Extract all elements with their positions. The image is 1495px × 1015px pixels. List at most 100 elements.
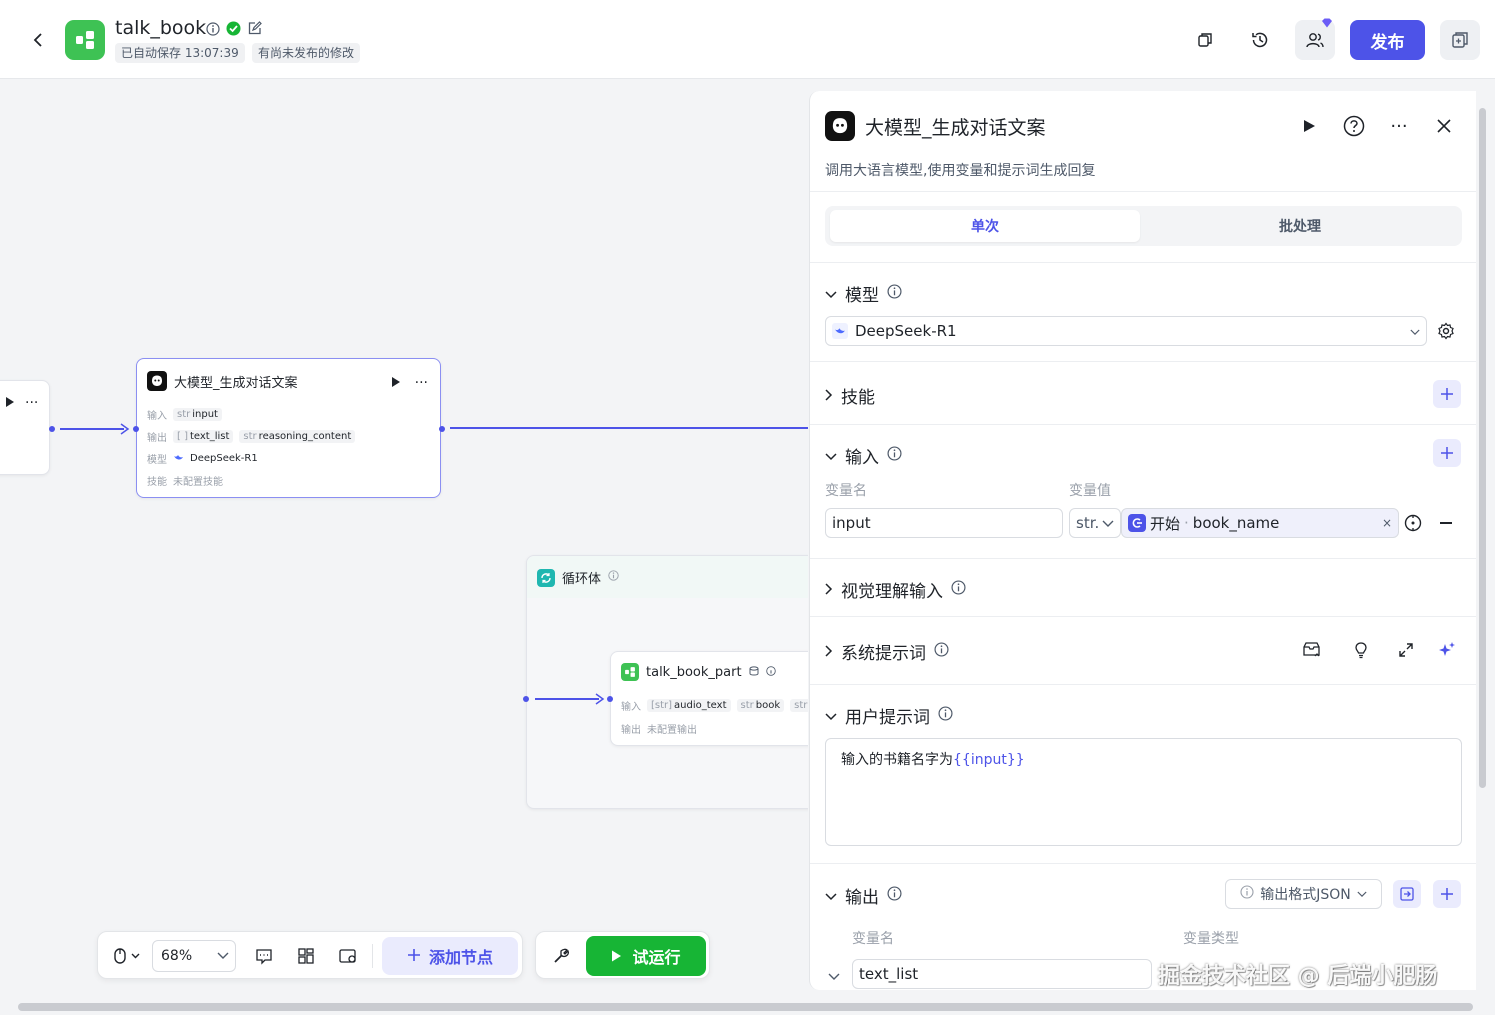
var-reference-field[interactable]: 开始 · book_name ×	[1121, 508, 1399, 538]
more-icon[interactable]: ···	[1386, 113, 1412, 139]
add-node-button[interactable]: 添加节点	[382, 937, 518, 975]
input-var-tag: str input	[173, 408, 222, 421]
premium-badge-icon	[1322, 18, 1332, 28]
remove-input-icon[interactable]	[1440, 522, 1452, 524]
app-logo-icon	[65, 20, 105, 60]
ai-sparkle-icon[interactable]	[1438, 641, 1456, 663]
output-port[interactable]	[439, 426, 445, 432]
vertical-scrollbar[interactable]	[1479, 108, 1486, 788]
publish-button[interactable]: 发布	[1350, 20, 1425, 60]
model-section-header[interactable]: 模型	[825, 281, 902, 306]
collaborators-icon[interactable]	[1295, 18, 1335, 60]
info-icon[interactable]	[938, 705, 953, 726]
deepseek-icon	[173, 453, 184, 465]
run-mode-tabs: 单次 批处理	[825, 206, 1462, 246]
watermark: 掘金技术社区 @ 后端小肥肠	[1158, 964, 1438, 989]
info-icon[interactable]	[206, 21, 220, 40]
edge-arrow-icon	[120, 423, 130, 435]
info-icon[interactable]	[951, 579, 966, 600]
debug-tool-icon[interactable]	[549, 944, 573, 968]
add-skill-button[interactable]	[1433, 380, 1461, 408]
lightbulb-icon[interactable]	[1353, 641, 1369, 663]
unpublished-status: 有尚未发布的修改	[252, 43, 361, 63]
workflow-canvas[interactable]: ··· 大模型_生成对话文案 ··· 输入 str input 输出 [ ] tex…	[0, 80, 808, 1000]
input-port[interactable]	[607, 696, 613, 702]
more-icon[interactable]: ···	[25, 395, 38, 411]
more-icon[interactable]: ···	[415, 375, 428, 391]
minimap-icon[interactable]	[336, 944, 360, 968]
output-port[interactable]	[49, 426, 55, 432]
panel-toggle-icon[interactable]	[1440, 20, 1480, 60]
expand-icon[interactable]	[1398, 642, 1414, 662]
info-icon[interactable]	[765, 665, 776, 680]
model-settings-gear-icon[interactable]	[1437, 322, 1455, 344]
edge-arrow-icon	[595, 693, 605, 705]
llm-node-icon	[825, 111, 855, 141]
info-icon	[1240, 885, 1254, 903]
help-icon[interactable]	[1341, 113, 1367, 139]
info-icon[interactable]	[934, 641, 949, 662]
add-output-button[interactable]	[1433, 880, 1461, 908]
test-run-button[interactable]: 试运行	[586, 936, 706, 976]
llm-node-icon	[147, 371, 167, 391]
history-icon[interactable]	[1240, 20, 1280, 60]
back-icon[interactable]	[26, 28, 50, 52]
info-icon[interactable]	[887, 283, 902, 304]
input-section-header[interactable]: 输入	[825, 443, 902, 468]
auto-layout-icon[interactable]	[294, 944, 318, 968]
loop-icon	[537, 568, 555, 587]
user-prompt-editor[interactable]: 输入的书籍名字为{{input}}	[825, 738, 1462, 846]
add-input-button[interactable]	[1433, 439, 1461, 467]
edge	[60, 428, 124, 430]
tab-single[interactable]: 单次	[830, 210, 1140, 242]
input-var-tag: str book	[736, 699, 785, 712]
user-prompt-section-header[interactable]: 用户提示词	[825, 703, 953, 728]
play-icon	[611, 947, 622, 966]
info-icon[interactable]	[887, 445, 902, 466]
subflow-node[interactable]: talk_book_part 输入 [str] audio_text str boo…	[610, 651, 808, 746]
variable-picker-icon[interactable]	[1404, 514, 1422, 536]
input-port[interactable]	[133, 426, 139, 432]
info-icon[interactable]	[887, 885, 902, 906]
prompt-variable: {{input}}	[953, 752, 1025, 768]
top-bar: talk_book 已自动保存 13:07:39 有尚未发布的修改 发布	[0, 0, 1495, 79]
plus-icon	[407, 947, 421, 966]
output-section-header[interactable]: 输出	[825, 883, 902, 908]
comment-icon[interactable]	[252, 944, 276, 968]
var-type-select[interactable]: str.	[1069, 508, 1121, 538]
skills-section-header[interactable]: 技能	[825, 383, 875, 408]
tab-batch[interactable]: 批处理	[1145, 210, 1455, 242]
system-prompt-section-header[interactable]: 系统提示词	[825, 639, 949, 664]
copy-workflow-icon[interactable]	[1185, 20, 1225, 60]
autosave-status: 已自动保存 13:07:39	[115, 43, 245, 63]
vision-section-header[interactable]: 视觉理解输入	[825, 577, 966, 602]
run-node-icon[interactable]	[391, 376, 401, 391]
close-icon[interactable]	[1431, 113, 1457, 139]
chevron-down-icon	[825, 706, 837, 726]
input-var-name-field[interactable]: input	[825, 508, 1063, 538]
edit-icon[interactable]	[247, 21, 262, 40]
clear-icon[interactable]: ×	[1382, 516, 1392, 530]
run-node-icon[interactable]	[5, 396, 15, 411]
info-icon[interactable]	[608, 570, 619, 585]
input-port[interactable]	[523, 696, 529, 702]
output-var-tag: str reasoning_content	[239, 430, 356, 443]
panel-title: 大模型_生成对话文案	[865, 117, 1046, 139]
chevron-down-icon[interactable]	[828, 970, 840, 985]
output-format-select[interactable]: 输出格式JSON	[1225, 879, 1382, 909]
model-select[interactable]: DeepSeek-R1	[825, 316, 1427, 346]
chevron-down-icon	[217, 948, 229, 964]
output-var-name-field[interactable]: text_list	[852, 959, 1152, 989]
import-output-button[interactable]	[1393, 880, 1421, 908]
run-node-icon[interactable]	[1296, 113, 1322, 139]
horizontal-scrollbar[interactable]	[18, 1003, 1473, 1011]
chevron-right-icon	[825, 386, 833, 406]
mouse-mode-icon[interactable]	[106, 944, 146, 968]
panel-description: 调用大语言模型,使用变量和提示词生成回复	[825, 163, 1096, 179]
llm-node[interactable]: 大模型_生成对话文案 ··· 输入 str input 输出 [ ] text_li…	[136, 358, 441, 498]
zoom-select[interactable]: 68%	[152, 940, 236, 972]
chevron-down-icon	[1102, 514, 1114, 532]
prompt-library-icon[interactable]	[1302, 641, 1321, 662]
llm-node-title: 大模型_生成对话文案	[174, 375, 298, 391]
start-node-partial[interactable]: ···	[0, 380, 50, 475]
